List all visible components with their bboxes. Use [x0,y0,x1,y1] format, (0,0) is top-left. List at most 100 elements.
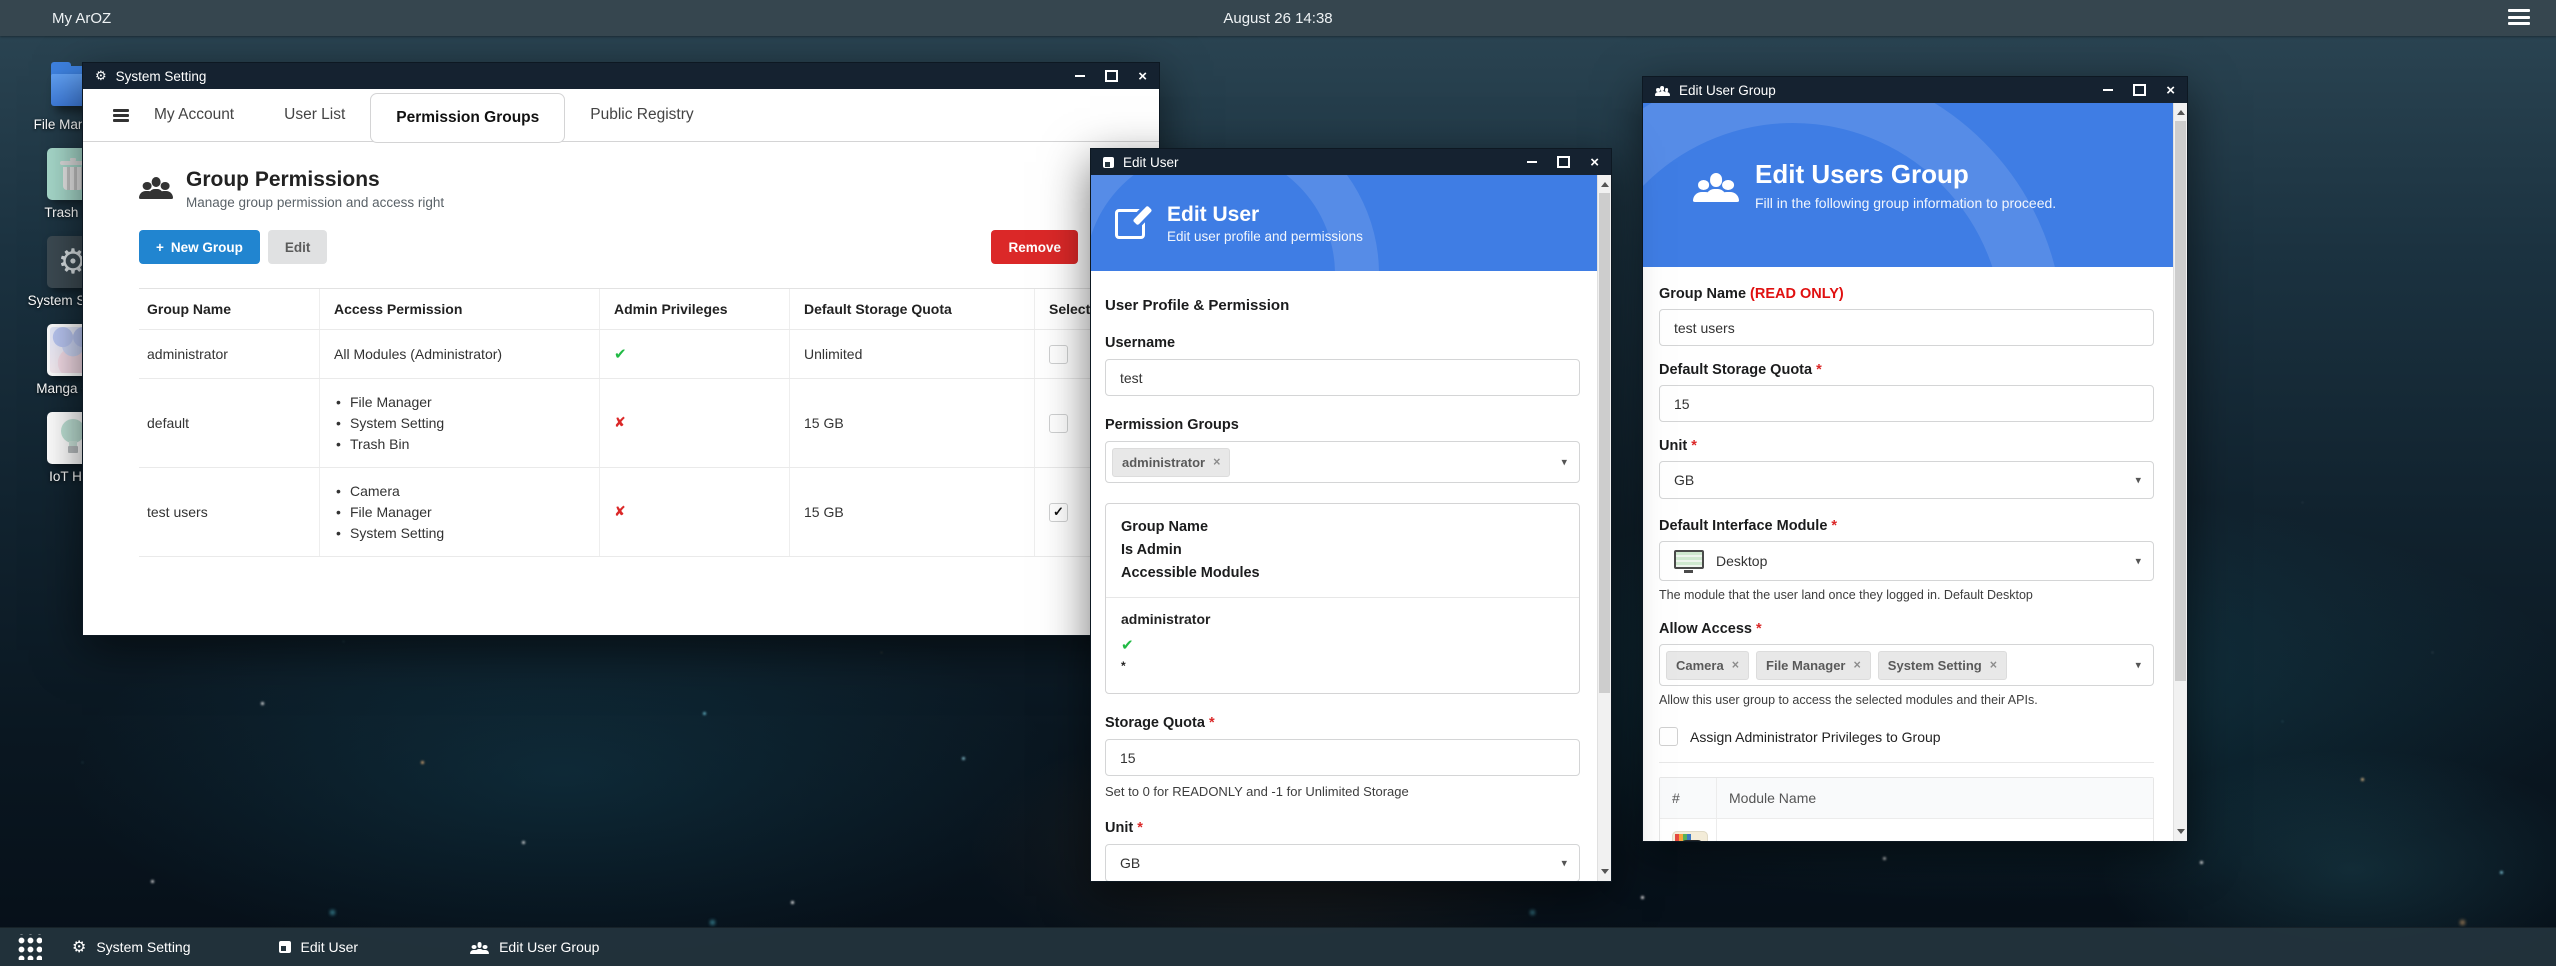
module-list: Camera File Manager System Setting [334,481,444,544]
quota-cell: 15 GB [789,379,1034,467]
window-scrollbar[interactable] [1597,175,1611,881]
unit-dropdown[interactable]: GB ▾ [1659,461,2154,499]
tab-permission-groups[interactable]: Permission Groups [370,93,565,143]
username-input[interactable] [1105,359,1580,396]
scroll-down-arrow[interactable] [2174,824,2187,839]
minimize-button[interactable] [1527,161,1537,164]
selected-tag: File Manager × [1756,651,1871,680]
default-storage-quota-input[interactable] [1659,385,2154,422]
maximize-button[interactable] [1105,70,1118,82]
remove-tag-icon[interactable]: × [1990,658,1997,672]
remove-tag-icon[interactable]: × [1732,658,1739,672]
default-interface-module-dropdown[interactable]: Desktop ▾ [1659,541,2154,581]
users-icon [1693,168,1739,202]
maximize-button[interactable] [2133,84,2146,96]
scrollbar-thumb[interactable] [2175,121,2186,681]
unit-dropdown[interactable]: GB ▾ [1105,844,1580,881]
selected-value: GB [1674,472,1694,488]
column-header: Module Name [1716,778,2153,818]
field-label: Permission Groups [1105,417,1580,433]
sidebar-hamburger-icon[interactable] [113,109,129,121]
scroll-down-arrow[interactable] [1598,864,1611,879]
row-select-checkbox[interactable] [1049,345,1068,364]
selected-value: Desktop [1716,553,1767,569]
taskbar-item-label: System Setting [96,939,190,955]
table-header-row: # Module Name [1660,778,2153,819]
top-menu-hamburger-icon[interactable] [2508,9,2530,27]
chevron-down-icon: ▾ [2135,474,2141,487]
banner-title: Edit Users Group [1755,159,2056,190]
close-button[interactable]: × [1590,155,1599,170]
banner-subtitle: Edit user profile and permissions [1167,229,1363,244]
minimize-button[interactable] [2103,89,2113,92]
edit-user-group-titlebar[interactable]: Edit User Group × [1643,77,2187,103]
taskbar-item-label: Edit User Group [499,939,599,955]
cross-icon: ✘ [614,415,626,431]
edit-user-titlebar[interactable]: Edit User × [1091,149,1611,175]
scrollbar-thumb[interactable] [1599,193,1610,693]
taskbar: ⚙ System Setting Edit User Edit User Gro… [0,927,2556,966]
row-select-checkbox[interactable] [1049,414,1068,433]
system-setting-window: ⚙ System Setting × My Account User List … [82,62,1160,636]
edit-user-group-form: Group Name (READ ONLY) Default Storage Q… [1643,267,2174,841]
row-select-checkbox-checked[interactable]: ✓ [1049,503,1068,522]
system-setting-titlebar[interactable]: ⚙ System Setting × [83,63,1159,89]
new-group-button[interactable]: + New Group [139,230,260,264]
close-button[interactable]: × [1138,69,1147,84]
app-launcher-grid-icon[interactable] [16,934,42,960]
field-label: Default Storage Quota [1659,362,1812,378]
chevron-down-icon: ▾ [1561,456,1567,469]
remove-tag-icon[interactable]: × [1213,455,1220,469]
gear-icon: ⚙ [95,70,107,83]
minimize-button[interactable] [1075,75,1085,78]
edit-user-form: User Profile & Permission Username Permi… [1091,271,1598,881]
assign-admin-checkbox[interactable] [1659,727,1678,746]
detail-group-name: administrator [1121,611,1564,627]
scroll-up-arrow[interactable] [1598,177,1611,192]
tab-public-registry[interactable]: Public Registry [565,98,718,132]
taskbar-item-edit-user[interactable]: Edit User [279,939,359,955]
edit-user-banner: Edit User Edit user profile and permissi… [1091,175,1598,271]
field-label: Default Interface Module [1659,518,1827,534]
group-name-input[interactable] [1659,309,2154,346]
selected-tag: Camera × [1666,651,1749,680]
remove-group-button[interactable]: Remove [991,230,1078,264]
window-scrollbar[interactable] [2173,103,2187,841]
close-button[interactable]: × [2166,83,2175,98]
camera-icon [1672,831,1708,841]
selected-value: GB [1120,855,1140,871]
field-label: Unit [1659,438,1687,454]
desktop-title: My ArOZ [52,10,111,27]
detail-header: Group Name [1121,516,1564,539]
taskbar-item-label: Edit User [301,939,359,955]
edit-group-button[interactable]: Edit [268,230,328,264]
clock: August 26 14:38 [1223,10,1332,27]
scroll-up-arrow[interactable] [2174,105,2187,120]
window-title: Edit User [1123,155,1179,170]
allow-access-multiselect[interactable]: Camera × File Manager × System Setting ×… [1659,644,2154,686]
table-row: default File Manager System Setting Tras… [139,379,1114,468]
edit-user-window: Edit User × Edit User Edit user profile … [1090,148,1612,882]
table-row: administrator All Modules (Administrator… [139,330,1114,379]
tab-user-list[interactable]: User List [259,98,370,132]
column-header: Access Permission [319,289,599,329]
check-icon: ✔ [614,345,627,363]
chevron-down-icon: ▾ [2135,555,2141,568]
edit-user-group-window: Edit User Group × Edit Users Group Fill … [1642,76,2188,842]
group-name-cell: test users [139,468,319,556]
check-icon: ✔ [1121,636,1134,654]
group-icon [139,173,173,199]
field-helper-text: Allow this user group to access the sele… [1659,693,2154,707]
taskbar-item-edit-user-group[interactable]: Edit User Group [470,939,599,955]
storage-quota-input[interactable] [1105,739,1580,776]
checkbox-label: Assign Administrator Privileges to Group [1690,729,1941,745]
tab-my-account[interactable]: My Account [129,98,259,132]
module-list: File Manager System Setting Trash Bin [334,392,444,455]
maximize-button[interactable] [1557,156,1570,168]
table-header-row: Group Name Access Permission Admin Privi… [139,289,1114,330]
group-name-cell: default [139,379,319,467]
taskbar-item-system-setting[interactable]: ⚙ System Setting [72,939,191,955]
field-label: Username [1105,335,1580,351]
permission-groups-multiselect[interactable]: administrator × ▾ [1105,441,1580,483]
remove-tag-icon[interactable]: × [1853,658,1860,672]
